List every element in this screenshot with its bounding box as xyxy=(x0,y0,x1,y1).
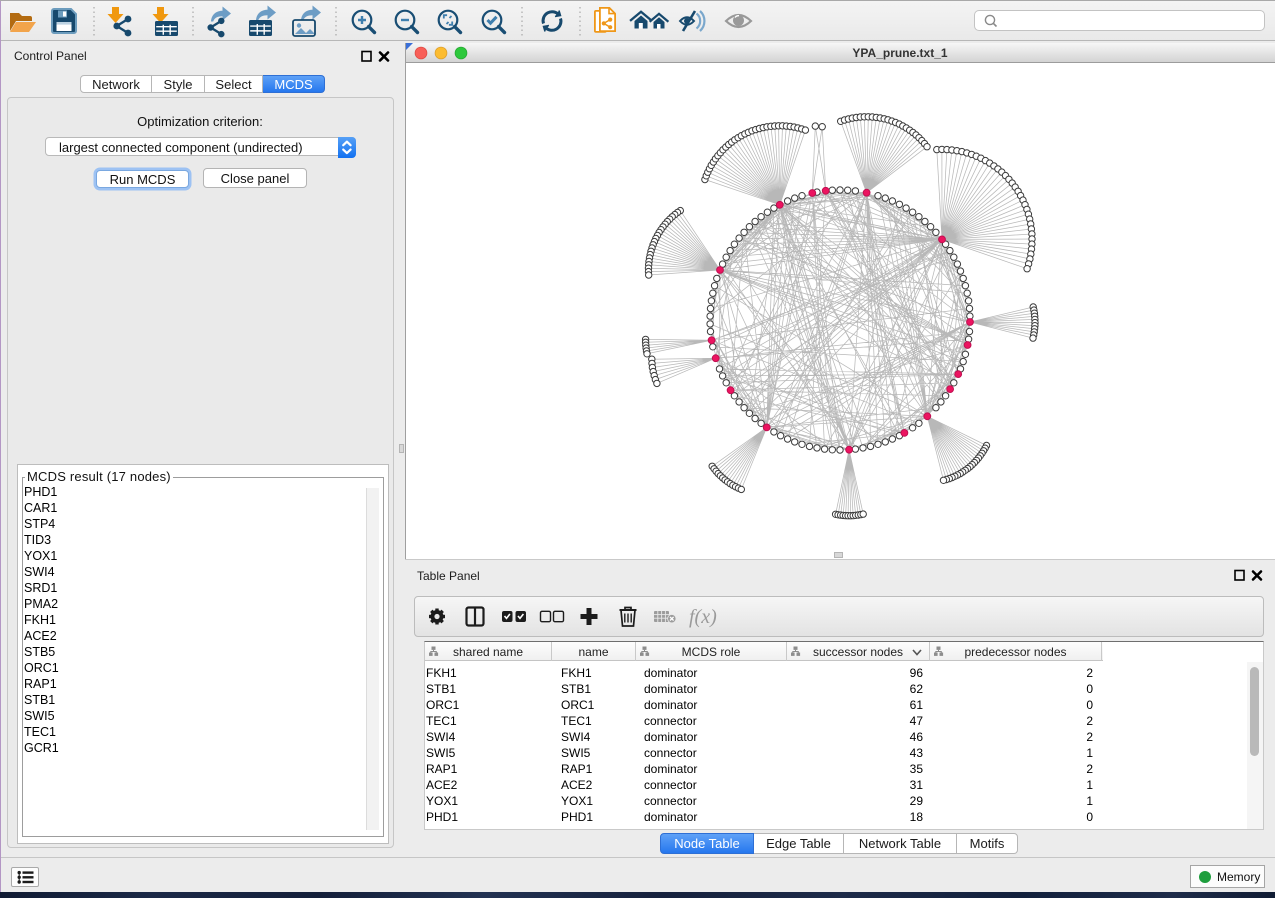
svg-text:f(x): f(x) xyxy=(689,606,717,628)
